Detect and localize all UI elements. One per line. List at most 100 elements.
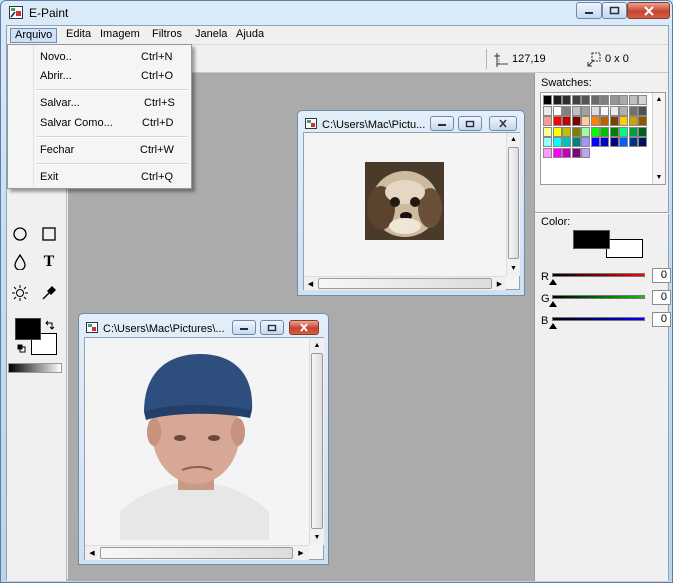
document-window-man[interactable]: C:\Users\Mac\Pictures\... ▲ ▼ ◀ ▶ xyxy=(78,313,329,565)
color-swatch[interactable] xyxy=(562,95,571,105)
blue-slider[interactable] xyxy=(552,317,645,321)
color-swatch[interactable] xyxy=(609,105,619,116)
red-value[interactable]: 0 xyxy=(652,268,671,283)
maximize-button[interactable] xyxy=(602,2,627,19)
vertical-scrollbar[interactable]: ▲ ▼ xyxy=(309,338,324,545)
scroll-right-arrow-icon[interactable]: ▶ xyxy=(493,277,506,290)
title-bar[interactable]: E-Paint xyxy=(1,1,673,25)
rectangle-tool[interactable] xyxy=(38,223,60,245)
color-swatch[interactable] xyxy=(590,116,600,126)
color-swatch[interactable] xyxy=(638,116,647,126)
blue-value[interactable]: 0 xyxy=(652,312,671,327)
color-swatch[interactable] xyxy=(590,137,600,147)
document-close-button[interactable] xyxy=(289,320,319,335)
menu-item-salvar-como[interactable]: Salvar Como... Ctrl+D xyxy=(9,114,190,132)
color-swatch[interactable] xyxy=(581,116,590,126)
color-swatch[interactable] xyxy=(543,116,552,126)
document-canvas-area[interactable]: ▲ ▼ ◀ ▶ xyxy=(84,337,324,560)
color-swatch[interactable] xyxy=(590,95,600,105)
color-swatch[interactable] xyxy=(543,105,552,116)
color-swatch[interactable] xyxy=(571,105,581,116)
color-swatch[interactable] xyxy=(552,137,562,147)
color-swatch[interactable] xyxy=(552,105,562,116)
color-swatch[interactable] xyxy=(581,137,590,147)
document-minimize-button[interactable] xyxy=(430,116,454,131)
color-swatch[interactable] xyxy=(619,116,628,126)
scroll-thumb[interactable] xyxy=(508,147,519,259)
color-swatch[interactable] xyxy=(543,137,552,147)
scroll-up-arrow-icon[interactable]: ▲ xyxy=(507,133,520,146)
color-swatch[interactable] xyxy=(628,137,638,147)
color-swatch[interactable] xyxy=(571,137,581,147)
brightness-tool[interactable] xyxy=(9,282,31,304)
color-swatch[interactable] xyxy=(571,116,581,126)
color-swatch[interactable] xyxy=(571,147,581,158)
color-swatch[interactable] xyxy=(628,105,638,116)
vertical-scrollbar[interactable]: ▲ ▼ xyxy=(506,133,520,276)
close-button[interactable] xyxy=(627,2,670,19)
menu-item-exit[interactable]: Exit Ctrl+Q xyxy=(9,168,190,186)
color-swatch[interactable] xyxy=(600,116,609,126)
document-window-dog[interactable]: C:\Users\Mac\Pictu... ▲ ▼ ◀ ▶ xyxy=(297,110,525,296)
color-swatch[interactable] xyxy=(609,137,619,147)
color-swatch[interactable] xyxy=(552,116,562,126)
menu-filtros[interactable]: Filtros xyxy=(148,28,186,43)
color-swatch[interactable] xyxy=(562,147,571,158)
color-swatch[interactable] xyxy=(619,137,628,147)
color-swatch[interactable] xyxy=(638,137,647,147)
menu-edita[interactable]: Edita xyxy=(62,28,95,43)
color-swatch[interactable] xyxy=(638,95,647,105)
color-swatch[interactable] xyxy=(609,116,619,126)
color-swatch[interactable] xyxy=(581,126,590,137)
color-swatch[interactable] xyxy=(638,126,647,137)
color-swatch[interactable] xyxy=(552,147,562,158)
color-swatch[interactable] xyxy=(590,126,600,137)
color-swatch[interactable] xyxy=(562,126,571,137)
menu-imagem[interactable]: Imagem xyxy=(96,28,144,43)
color-swatch[interactable] xyxy=(543,126,552,137)
menu-arquivo[interactable]: Arquivo xyxy=(10,28,58,43)
foreground-color-box[interactable] xyxy=(573,230,610,249)
color-swatch[interactable] xyxy=(628,95,638,105)
red-slider-handle[interactable] xyxy=(549,279,557,285)
text-tool[interactable]: T xyxy=(38,251,60,273)
default-colors-icon[interactable] xyxy=(17,344,26,353)
color-swatch[interactable] xyxy=(609,95,619,105)
green-value[interactable]: 0 xyxy=(652,290,671,305)
scroll-thumb[interactable] xyxy=(311,353,323,529)
menu-item-novo[interactable]: Novo.. Ctrl+N xyxy=(9,48,190,66)
color-swatch[interactable] xyxy=(628,126,638,137)
document-minimize-button[interactable] xyxy=(232,320,256,335)
color-swatch[interactable] xyxy=(571,95,581,105)
horizontal-scrollbar[interactable]: ◀ ▶ xyxy=(304,276,506,290)
color-swatch[interactable] xyxy=(562,105,571,116)
tool-foreground-color[interactable] xyxy=(15,318,41,340)
color-swatch[interactable] xyxy=(571,126,581,137)
color-swatch[interactable] xyxy=(590,105,600,116)
document-close-button[interactable] xyxy=(489,116,517,131)
scroll-up-arrow-icon[interactable]: ▲ xyxy=(653,93,665,105)
color-swatch[interactable] xyxy=(638,105,647,116)
document-canvas-area[interactable]: ▲ ▼ ◀ ▶ xyxy=(303,132,520,290)
menu-item-abrir[interactable]: Abrir... Ctrl+O xyxy=(9,67,190,85)
red-slider[interactable] xyxy=(552,273,645,277)
scroll-left-arrow-icon[interactable]: ◀ xyxy=(304,277,317,290)
green-slider[interactable] xyxy=(552,295,645,299)
ellipse-tool[interactable] xyxy=(9,223,31,245)
scroll-down-arrow-icon[interactable]: ▼ xyxy=(653,171,665,183)
color-swatch[interactable] xyxy=(562,116,571,126)
background-color-box[interactable] xyxy=(606,239,643,258)
document-maximize-button[interactable] xyxy=(458,116,482,131)
menu-item-fechar[interactable]: Fechar Ctrl+W xyxy=(9,141,190,159)
swap-colors-icon[interactable] xyxy=(45,320,55,330)
eyedropper-tool[interactable] xyxy=(38,282,60,304)
document-maximize-button[interactable] xyxy=(260,320,284,335)
scroll-down-arrow-icon[interactable]: ▼ xyxy=(310,530,324,544)
scroll-up-arrow-icon[interactable]: ▲ xyxy=(310,338,324,352)
color-swatch[interactable] xyxy=(600,126,609,137)
blue-slider-handle[interactable] xyxy=(549,323,557,329)
color-swatch[interactable] xyxy=(619,126,628,137)
scroll-left-arrow-icon[interactable]: ◀ xyxy=(85,546,99,560)
color-swatch[interactable] xyxy=(581,105,590,116)
color-swatch[interactable] xyxy=(619,105,628,116)
